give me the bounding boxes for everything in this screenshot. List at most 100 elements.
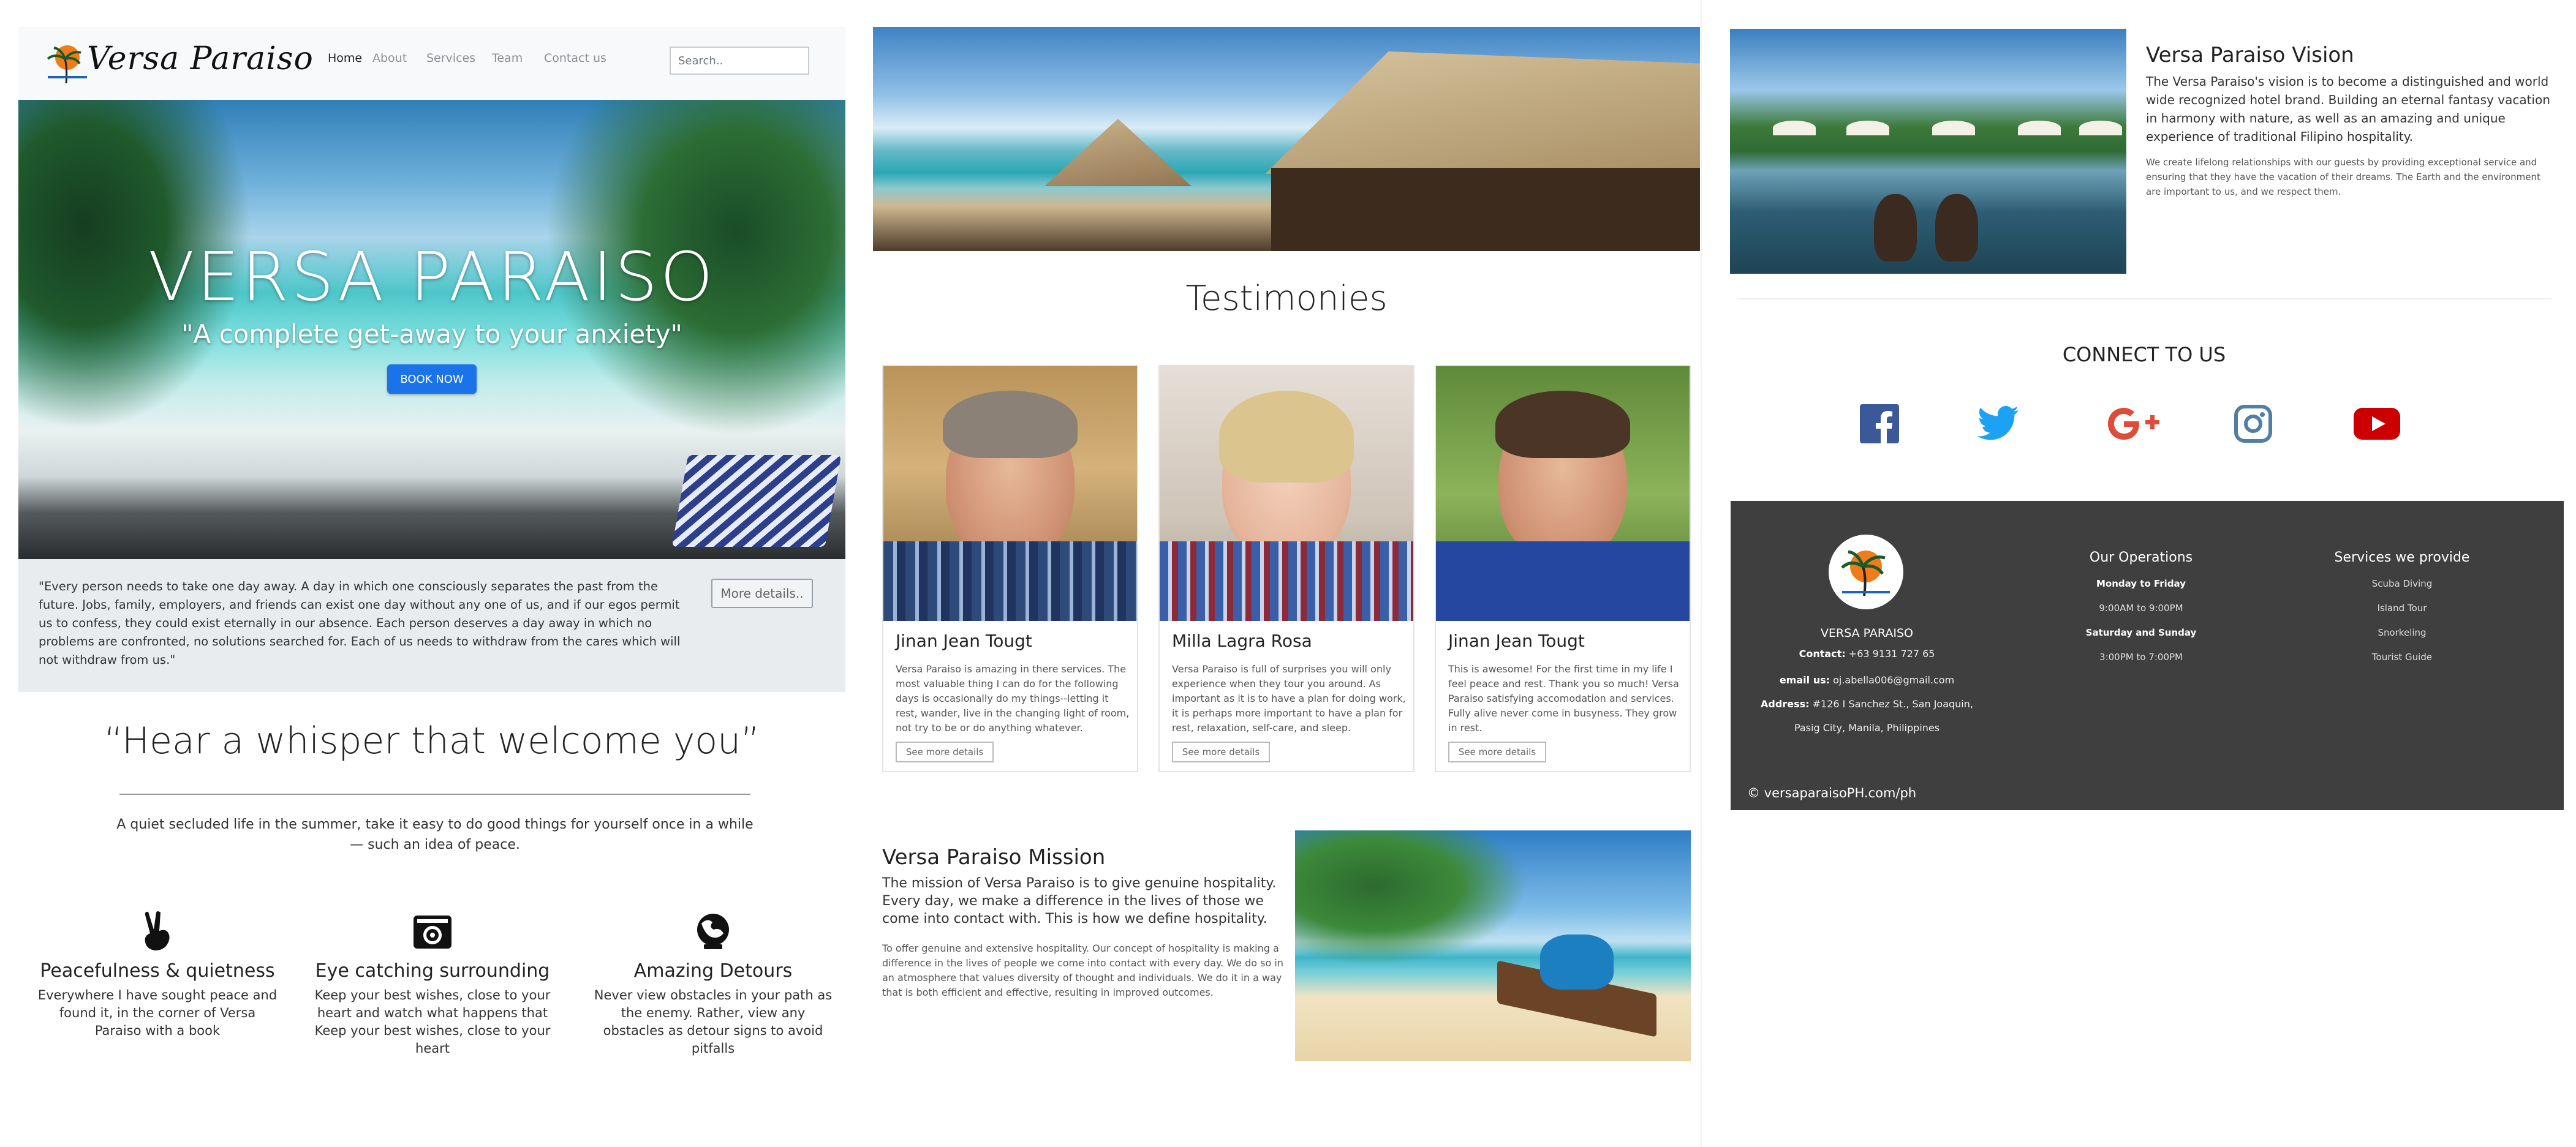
testimony-text: Versa Paraiso is full of surprises you w… <box>1172 663 1406 734</box>
testimony-name: Jinan Jean Tougt <box>1448 631 1585 651</box>
small-hut <box>1044 119 1192 186</box>
guest <box>1874 194 1917 261</box>
feature-text: Everywhere I have sought peace and found… <box>37 988 278 1038</box>
testimonies-column: Testimonies Jinan Jean Tougt Versa Parai… <box>858 0 1715 1147</box>
feature-title: Eye catching surrounding <box>315 960 550 982</box>
nav-about[interactable]: About <box>372 51 426 65</box>
search-input[interactable] <box>670 47 809 75</box>
testimony-card: Jinan Jean Tougt This is awesome! For th… <box>1435 365 1691 772</box>
hair <box>1495 391 1630 458</box>
testimony-text: Versa Paraiso is amazing in there servic… <box>896 663 1130 734</box>
service-item[interactable]: Island Tour <box>2310 596 2494 620</box>
feature-surrounding: Eye catching surrounding Keep your best … <box>310 911 555 1058</box>
see-more-button[interactable]: See more details <box>896 742 994 762</box>
quote-section: "Every person needs to take one day away… <box>18 559 845 692</box>
umbrella <box>1932 121 1975 135</box>
facebook-icon[interactable] <box>1858 402 1901 445</box>
hero-subtitle: "A complete get-away to your anxiety" <box>181 319 682 349</box>
quote-text: "Every person needs to take one day away… <box>39 579 681 667</box>
see-more-button[interactable]: See more details <box>1448 742 1546 762</box>
book-now-button[interactable]: BOOK NOW <box>387 364 477 394</box>
feature-text: Never view obstacles in your path as the… <box>594 988 833 1056</box>
services-section: Services we provide Scuba Diving Island … <box>2310 550 2494 669</box>
divider <box>119 794 750 795</box>
peace-hand-icon <box>137 911 178 952</box>
hero-title: VERSA PARAISO <box>148 238 716 316</box>
feature-title: Peacefulness & quietness <box>40 960 275 982</box>
nav-home[interactable]: Home <box>328 51 372 65</box>
globe-map-icon <box>693 911 733 952</box>
testimonies-title: Testimonies <box>1185 279 1388 318</box>
pool-image <box>1730 29 2126 274</box>
feature-title: Amazing Detours <box>633 960 793 982</box>
service-item[interactable]: Scuba Diving <box>2310 571 2494 596</box>
google-plus-icon[interactable] <box>2104 402 2166 445</box>
brand-logo[interactable] <box>43 40 92 86</box>
footer-brand: VERSA PARAISO <box>1821 626 1913 640</box>
testimony-photo <box>883 366 1137 621</box>
testimony-photo <box>1436 366 1690 621</box>
footer-contact: Contact: +63 9131 727 65 <box>1731 648 2003 660</box>
operations-line: 3:00PM to 7:00PM <box>2099 652 2183 663</box>
hero-banner: VERSA PARAISO "A complete get-away to yo… <box>18 100 845 559</box>
umbrella <box>2079 121 2122 135</box>
operations-title: Our Operations <box>2089 550 2193 565</box>
feature-detours: Amazing Detours Never view obstacles in … <box>591 911 836 1058</box>
twitter-icon[interactable] <box>1977 402 2020 445</box>
column-divider <box>1701 0 1702 1147</box>
footer-address: Address: #126 I Sanchez St., San Joaquin… <box>1731 698 2003 710</box>
camera-icon <box>412 911 453 952</box>
vision-text: We create lifelong relationships with ou… <box>2146 157 2540 197</box>
home-column: Versa Paraiso Home About Services Team C… <box>0 0 858 1147</box>
contact-label: Contact: <box>1799 648 1846 660</box>
feature-text: Keep your best wishes, close to your hea… <box>314 988 551 1056</box>
address-label: Address: <box>1761 698 1810 710</box>
navbar: Versa Paraiso Home About Services Team C… <box>18 27 845 100</box>
vision-column: Versa Paraiso Vision The Versa Paraiso's… <box>1715 0 2576 1147</box>
whisper-text: A quiet secluded life in the summer, tak… <box>116 817 754 852</box>
beach-image <box>1295 830 1691 1061</box>
whisper-heading: “Hear a whisper that welcome you” <box>104 720 760 762</box>
testimony-text: This is awesome! For the first time in m… <box>1448 663 1679 734</box>
service-item[interactable]: Snorkeling <box>2310 620 2494 645</box>
instagram-icon[interactable] <box>2232 402 2275 445</box>
mission-text: To offer genuine and extensive hospitali… <box>882 942 1283 998</box>
guest <box>1935 194 1978 261</box>
umbrella <box>1773 121 1816 135</box>
vision-lead: The Versa Paraiso's vision is to become … <box>2146 74 2550 144</box>
resort-hut-image <box>873 27 1700 251</box>
brand-name[interactable]: Versa Paraiso <box>87 40 314 77</box>
footer-logo[interactable] <box>1829 535 1903 609</box>
testimony-photo <box>1160 366 1413 621</box>
see-more-button[interactable]: See more details <box>1172 742 1270 762</box>
nav-contact[interactable]: Contact us <box>544 51 606 65</box>
contact-value: +63 9131 727 65 <box>1848 648 1935 660</box>
service-item[interactable]: Tourist Guide <box>2310 645 2494 669</box>
shirt <box>1436 541 1690 621</box>
feature-peace: Peacefulness & quietness Everywhere I ha… <box>35 911 280 1040</box>
testimony-card: Jinan Jean Tougt Versa Paraiso is amazin… <box>882 365 1138 772</box>
nav-team[interactable]: Team <box>492 51 544 65</box>
hut-wall <box>1271 168 1700 251</box>
youtube-icon[interactable] <box>2352 402 2401 445</box>
more-details-button[interactable]: More details.. <box>711 579 813 608</box>
mission-lead: The mission of Versa Paraiso is to give … <box>882 876 1277 927</box>
operations-line: Monday to Friday <box>2096 578 2186 589</box>
email-label: email us: <box>1779 674 1830 686</box>
main-nav: Home About Services Team Contact us <box>328 51 606 65</box>
testimony-name: Milla Lagra Rosa <box>1172 631 1312 651</box>
divider <box>1737 298 2551 299</box>
connect-title: CONNECT TO US <box>2062 343 2226 366</box>
footer-address-line2: Pasig City, Manila, Philippines <box>1794 722 1940 734</box>
testimony-name: Jinan Jean Tougt <box>896 631 1032 651</box>
umbrella <box>1846 121 1889 135</box>
relaxing-person <box>1540 935 1614 990</box>
email-value[interactable]: oj.abella006@gmail.com <box>1833 674 1954 686</box>
operations-line: 9:00AM to 9:00PM <box>2099 603 2183 614</box>
umbrella <box>2018 121 2061 135</box>
footer-email: email us: oj.abella006@gmail.com <box>1731 674 2003 686</box>
mission-title: Versa Paraiso Mission <box>882 845 1106 870</box>
nav-services[interactable]: Services <box>426 51 492 65</box>
services-title: Services we provide <box>2334 550 2470 565</box>
shirt <box>1160 541 1413 621</box>
